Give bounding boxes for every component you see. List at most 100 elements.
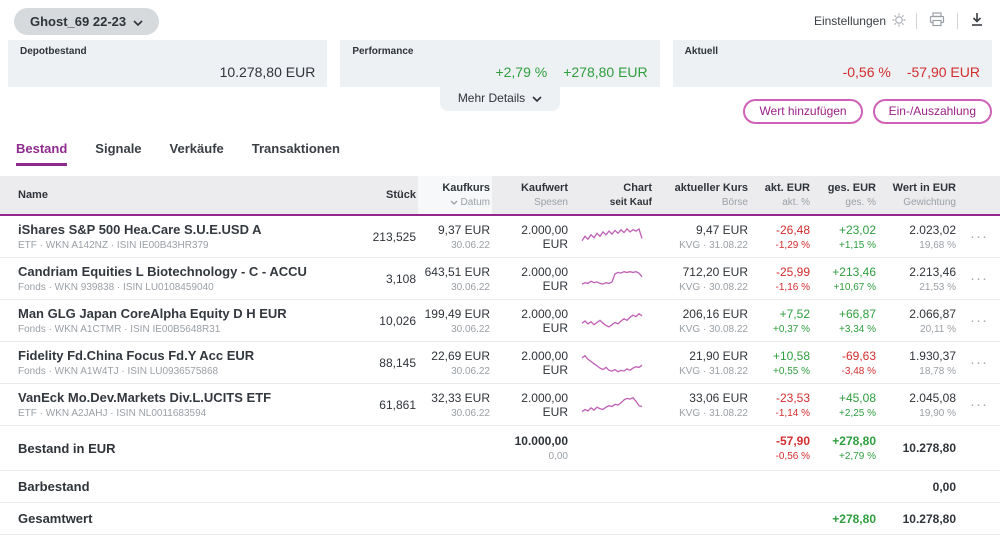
summary-bestand-label: Bestand in EUR [18,440,116,456]
col-stueck[interactable]: Stück [354,183,418,207]
settings-button[interactable]: Einstellungen [814,13,906,30]
card-performance-percent: +2,79 % [495,64,548,80]
tab-signale[interactable]: Signale [95,137,141,166]
card-depotbestand: Depotbestand 10.278,80 EUR [8,40,328,87]
table-row: Candriam Equities L Biotechnology - C - … [0,258,1000,300]
akt-eur-cell: -25,99 -1,16 % [775,264,810,293]
summary-spesen: 0,00 [548,451,568,462]
summary-akt-pct: -0,56 % [775,451,810,462]
payment-button[interactable]: Ein-/Auszahlung [872,99,992,124]
chevron-down-icon [133,14,143,29]
summary-akt-eur: -57,90 [775,434,810,448]
asset-name-link[interactable]: Fidelity Fd.China Focus Fd.Y Acc EUR [18,348,352,363]
asset-name-link[interactable]: VanEck Mo.Dev.Markets Div.L.UCITS ETF [18,390,352,405]
row-menu-button[interactable]: ··· [958,396,988,413]
gesamtwert-wert: 10.278,80 [902,511,956,526]
ges-eur-cell: +213,46 +10,67 % [832,264,876,293]
summary-wert: 10.278,80 [902,441,956,455]
sparkline-chart[interactable] [570,217,654,257]
card-performance-value: +278,80 EUR [563,64,648,80]
sparkline-chart[interactable] [570,343,654,383]
tab-verkaeufe[interactable]: Verkäufe [170,137,224,166]
wert-cell: 2.213,46 21,53 % [909,264,956,293]
portfolio-selector[interactable]: Ghost_69 22-23 [14,7,160,35]
table-row: Fidelity Fd.China Focus Fd.Y Acc EUR Fon… [0,342,1000,384]
ges-eur-cell: -69,63 -3,48 % [841,348,876,377]
more-details-button[interactable]: Mehr Details [439,87,561,111]
top-bar-actions: Einstellungen [814,12,986,30]
col-wert[interactable]: Wert in EUR Gewichtung [878,176,958,214]
add-value-button[interactable]: Wert hinzufügen [743,99,863,124]
kaufwert-cell: 2.000,00 EUR [521,348,568,377]
col-name[interactable]: Name [16,183,354,207]
kaufkurs-cell: 643,51 EUR 30.06.22 [424,264,490,293]
print-button[interactable] [927,12,947,30]
kurs-cell: 9,47 EUR KVG · 31.08.22 [679,222,748,251]
gesamtwert-label: Gesamtwert [18,511,93,526]
row-menu-button[interactable]: ··· [958,228,988,245]
chevron-down-icon [532,91,542,105]
kurs-cell: 712,20 EUR KVG · 30.08.22 [679,264,748,293]
asset-meta: ETF · WKN A142NZ · ISIN IE00B43HR379 [18,240,209,251]
table-row: VanEck Mo.Dev.Markets Div.L.UCITS ETF ET… [0,384,1000,426]
table-body: iShares S&P 500 Hea.Care S.U.E.USD A ETF… [0,216,1000,426]
stueck-cell: 10,026 [379,313,416,328]
ges-eur-cell: +66,87 +3,34 % [838,306,876,335]
wert-cell: 2.045,08 19,90 % [909,390,956,419]
summary-barbestand-row: Barbestand 0,00 [0,471,1000,503]
stueck-cell: 213,525 [372,229,416,244]
row-menu-button[interactable]: ··· [958,270,988,287]
col-akt-eur[interactable]: akt. EUR akt. % [750,176,812,214]
portfolio-name: Ghost_69 22-23 [30,13,127,29]
kaufkurs-cell: 22,69 EUR 30.06.22 [431,348,490,377]
kaufkurs-cell: 199,49 EUR 30.06.22 [424,306,490,335]
col-kaufkurs[interactable]: Kaufkurs Datum [418,176,492,214]
summary-ges-pct: +2,79 % [839,451,876,462]
stueck-cell: 3,108 [385,271,416,286]
kaufwert-cell: 2.000,00 EUR [521,264,568,293]
row-menu-button[interactable]: ··· [958,312,988,329]
table-row: iShares S&P 500 Hea.Care S.U.E.USD A ETF… [0,216,1000,258]
akt-eur-cell: -26,48 -1,29 % [775,222,810,251]
tab-bestand[interactable]: Bestand [16,137,68,166]
sparkline-chart[interactable] [570,259,654,299]
asset-cell: Candriam Equities L Biotechnology - C - … [16,258,354,299]
kaufkurs-cell: 32,33 EUR 30.06.22 [431,390,490,419]
barbestand-label: Barbestand [18,479,90,494]
sparkline-chart[interactable] [570,301,654,341]
kaufkurs-cell: 9,37 EUR 30.06.22 [437,222,490,251]
kaufwert-cell: 2.000,00 EUR [521,222,568,251]
action-buttons: Wert hinzufügen Ein-/Auszahlung [560,87,992,124]
card-performance: Performance +2,79 % +278,80 EUR [340,40,660,87]
summary-kaufwert: 10.000,00 [514,434,568,448]
ges-eur-cell: +23,02 +1,15 % [838,222,876,251]
more-details-label: Mehr Details [457,91,526,105]
row-menu-button[interactable]: ··· [958,354,988,371]
asset-meta: Fonds · WKN A1W4TJ · ISIN LU0936575868 [18,366,219,377]
details-band: Mehr Details Wert hinzufügen Ein-/Auszah… [0,87,1000,129]
download-button[interactable] [968,12,986,30]
asset-meta: ETF · WKN A2JAHJ · ISIN NL0011683594 [18,408,207,419]
sparkline-chart[interactable] [570,385,654,425]
ges-eur-cell: +45,08 +2,25 % [838,390,876,419]
asset-cell: iShares S&P 500 Hea.Care S.U.E.USD A ETF… [16,216,354,257]
col-chart[interactable]: Chart seit Kauf [570,176,654,214]
divider [916,13,917,29]
tab-transaktionen[interactable]: Transaktionen [252,137,340,166]
wert-cell: 2.023,02 19,68 % [909,222,956,251]
kurs-cell: 21,90 EUR KVG · 31.08.22 [679,348,748,377]
kurs-cell: 33,06 EUR KVG · 31.08.22 [679,390,748,419]
asset-name-link[interactable]: iShares S&P 500 Hea.Care S.U.E.USD A [18,222,352,237]
card-depotbestand-value: 10.278,80 EUR [219,64,316,80]
col-aktueller-kurs[interactable]: aktueller Kurs Börse [654,176,750,214]
col-kaufwert[interactable]: Kaufwert Spesen [492,176,570,214]
card-depotbestand-label: Depotbestand [20,46,87,57]
col-ges-eur[interactable]: ges. EUR ges. % [812,176,878,214]
asset-name-link[interactable]: Man GLG Japan CoreAlpha Equity D H EUR [18,306,352,321]
asset-name-link[interactable]: Candriam Equities L Biotechnology - C - … [18,264,352,279]
kurs-cell: 206,16 EUR KVG · 30.08.22 [679,306,748,335]
tab-bar: Bestand Signale Verkäufe Transaktionen [0,129,1000,166]
col-menu [958,189,988,201]
card-performance-label: Performance [352,46,414,57]
printer-icon [929,12,945,30]
